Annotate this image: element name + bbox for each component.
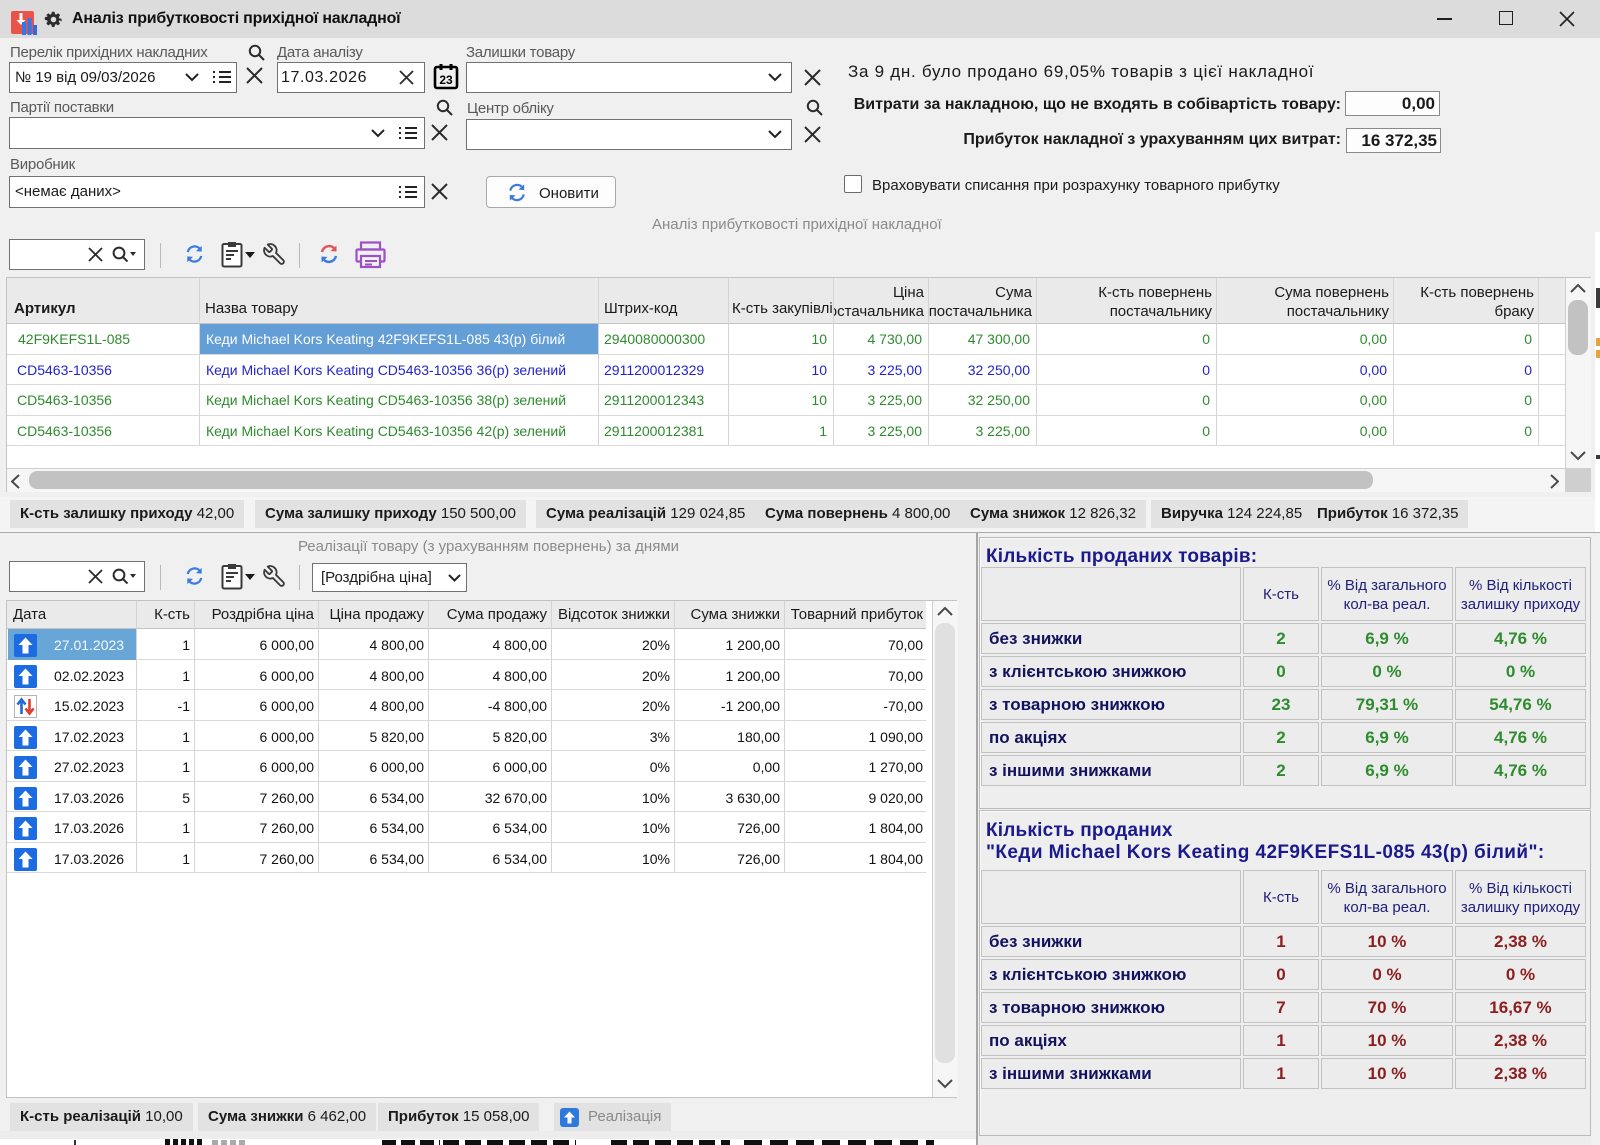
svg-text:23: 23 [439,73,453,87]
